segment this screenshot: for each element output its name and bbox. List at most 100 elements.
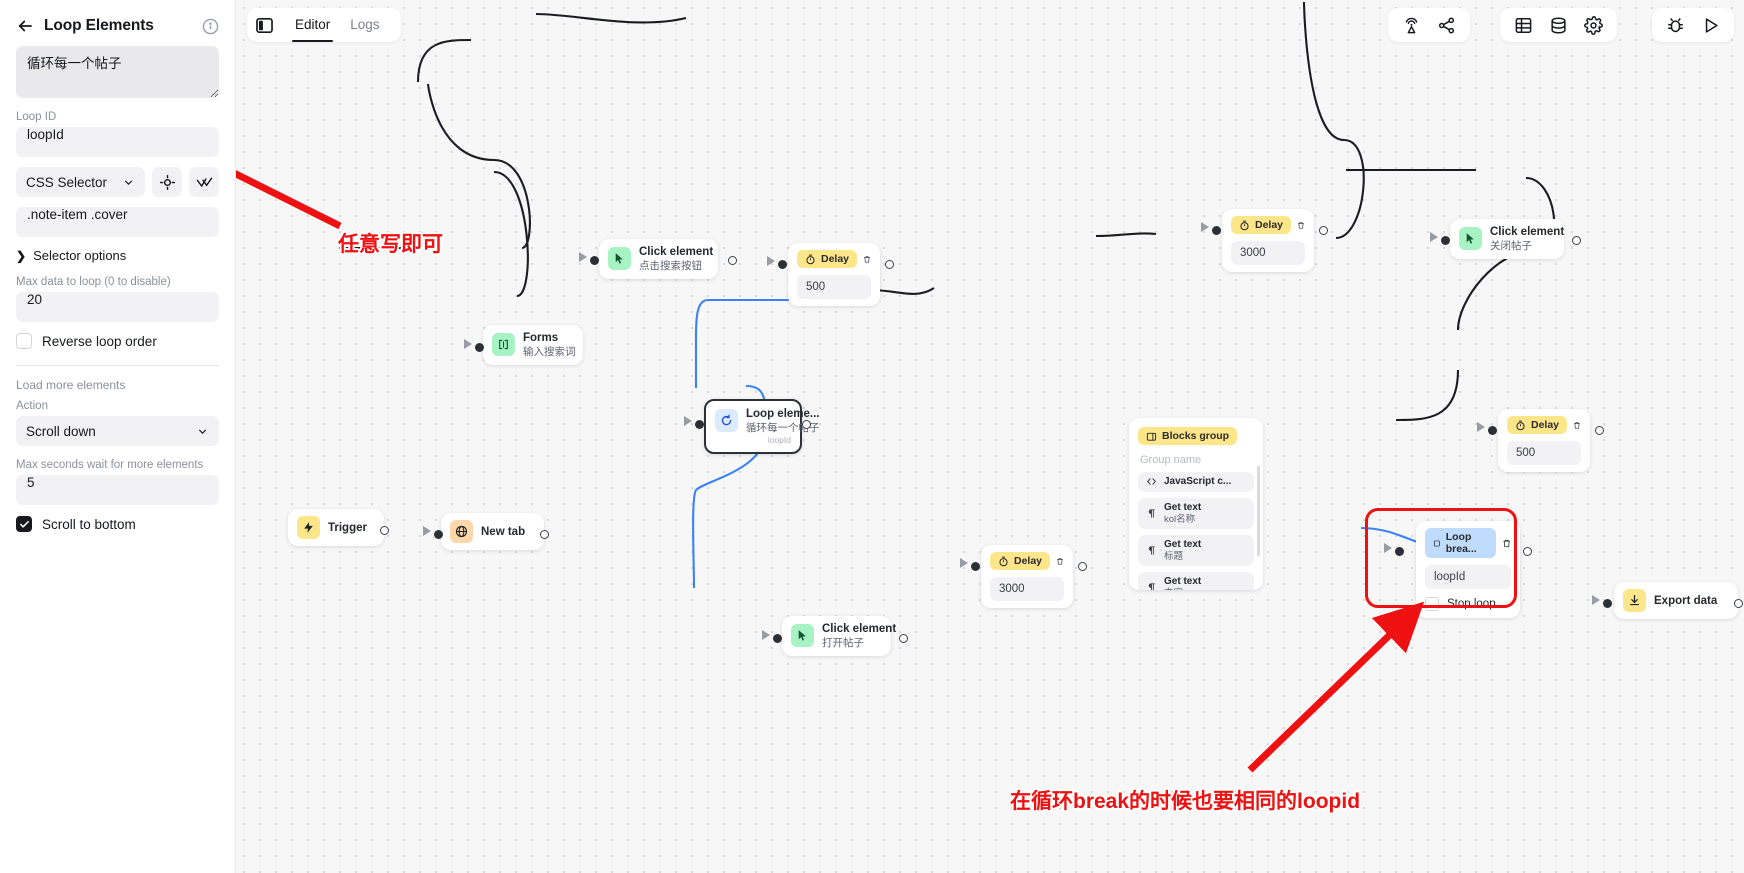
info-circle-icon[interactable] [202,18,219,35]
list-item-subtitle: 标题 [1164,550,1184,562]
chevron-down-icon [124,179,133,185]
tab-editor[interactable]: Editor [286,8,339,43]
output-port[interactable] [379,526,389,535]
selector-type-row: CSS Selector [16,167,219,197]
node-delay-3000-b[interactable]: Delay 3000 [1201,209,1328,272]
delay-value[interactable]: 500 [1507,441,1581,465]
workflow-canvas[interactable]: Editor Logs Trigger New tab Forms 输入搜索词 … [236,0,1744,873]
list-item[interactable]: Get text 内容 [1138,572,1254,590]
list-item-subtitle: 内容 [1164,588,1201,590]
node-click-close[interactable]: Click element 关闭帖子 [1430,219,1581,259]
node-delay-500-b[interactable]: Delay 500 [1477,409,1604,472]
list-item[interactable]: Get text kol名称 [1138,497,1254,529]
output-port[interactable] [802,420,811,429]
tab-logs[interactable]: Logs [341,8,388,42]
database-icon[interactable] [1549,16,1568,35]
scroll-to-bottom-checkbox[interactable]: Scroll to bottom [16,516,219,532]
output-port[interactable] [1523,547,1532,556]
node-forms[interactable]: Forms 输入搜索词 [464,325,583,365]
loop-id-input[interactable]: loopId [16,127,219,157]
output-port[interactable] [1319,226,1328,235]
output-port[interactable] [1595,426,1604,435]
node-trigger[interactable]: Trigger [288,509,389,546]
select-all-button[interactable] [189,167,219,197]
node-type-label: Delay [1531,419,1560,431]
stop-loop-checkbox[interactable]: Stop loop [1425,597,1511,611]
delay-value[interactable]: 3000 [990,577,1064,601]
input-port[interactable] [434,530,443,539]
checkbox-box-checked [16,516,32,532]
gear-icon[interactable] [1584,15,1603,35]
list-item-subtitle: kol名称 [1164,513,1196,525]
output-port[interactable] [899,634,908,643]
bug-icon[interactable] [1666,16,1685,35]
trash-icon[interactable] [863,253,871,266]
node-click-open[interactable]: Click element 打开帖子 [762,616,908,656]
node-export-data[interactable]: Export data [1592,582,1743,619]
input-port[interactable] [1395,547,1404,556]
input-port[interactable] [475,343,484,352]
input-port[interactable] [1488,426,1497,435]
output-port[interactable] [1078,562,1087,571]
input-arrow-icon [1430,232,1438,242]
action-select[interactable]: Scroll down [16,416,219,446]
input-port[interactable] [778,260,787,269]
group-name-placeholder[interactable]: Group name [1140,454,1252,466]
output-port[interactable] [728,256,737,265]
trash-icon[interactable] [1056,555,1064,568]
selector-type-value: CSS Selector [26,174,108,190]
node-loop-elements[interactable]: Loop eleme... 循环每一个帖子 loopId [684,399,820,454]
globe-icon [450,520,473,543]
node-type-label: Loop brea... [1445,531,1477,555]
play-icon[interactable] [1701,16,1720,35]
input-port[interactable] [971,562,980,571]
description-textarea[interactable]: 循环每一个帖子 [16,46,219,98]
max-data-input[interactable]: 20 [16,292,219,322]
node-delay-3000-a[interactable]: Delay 3000 [960,545,1087,608]
input-port[interactable] [1212,226,1221,235]
reverse-loop-order-checkbox[interactable]: Reverse loop order [16,333,219,349]
node-loop-break[interactable]: Loop brea... loopId Stop loop [1384,521,1532,618]
output-port[interactable] [1733,599,1743,608]
node-title: Trigger [328,521,367,534]
input-arrow-icon [1201,222,1209,232]
input-arrow-icon [762,630,770,640]
list-item[interactable]: Get text 标题 [1138,534,1254,567]
selector-options-toggle[interactable]: ❯ Selector options [16,248,219,263]
output-port[interactable] [1572,236,1581,245]
lightning-icon [297,516,320,539]
node-click-search[interactable]: Click element 点击搜索按钮 [579,239,737,279]
node-delay-500-a[interactable]: Delay 500 [767,243,894,306]
delay-value[interactable]: 3000 [1231,241,1305,265]
broadcast-icon[interactable] [1402,16,1421,35]
pick-element-button[interactable] [152,167,182,197]
trash-icon[interactable] [1297,219,1305,232]
check-icon [19,520,29,528]
output-port[interactable] [539,530,549,539]
cursor-icon [1459,227,1482,251]
input-port[interactable] [695,420,704,429]
node-type-badge: Delay [990,552,1051,570]
input-port[interactable] [773,634,782,643]
loop-id-value[interactable]: loopId [1425,565,1511,589]
input-port[interactable] [590,256,599,265]
input-port[interactable] [1603,599,1612,608]
share-icon[interactable] [1437,16,1456,35]
delay-value[interactable]: 500 [797,275,871,299]
selector-input[interactable]: .note-item .cover [16,207,219,237]
node-new-tab[interactable]: New tab [423,513,549,550]
input-port[interactable] [1441,236,1450,245]
back-arrow-icon[interactable] [16,17,34,35]
max-seconds-input[interactable]: 5 [16,475,219,505]
list-item[interactable]: JavaScript c... [1138,471,1254,492]
scrollbar[interactable] [1257,466,1260,556]
sidebar-panel-icon[interactable] [255,16,274,35]
node-blocks-group[interactable]: Blocks group Group name JavaScript c... … [1129,418,1263,590]
trash-icon[interactable] [1573,419,1581,432]
table-icon[interactable] [1514,16,1533,35]
trash-icon[interactable] [1502,537,1511,550]
selector-type-select[interactable]: CSS Selector [16,167,145,197]
timer-icon [806,254,815,264]
timer-icon [1240,220,1249,230]
output-port[interactable] [885,260,894,269]
